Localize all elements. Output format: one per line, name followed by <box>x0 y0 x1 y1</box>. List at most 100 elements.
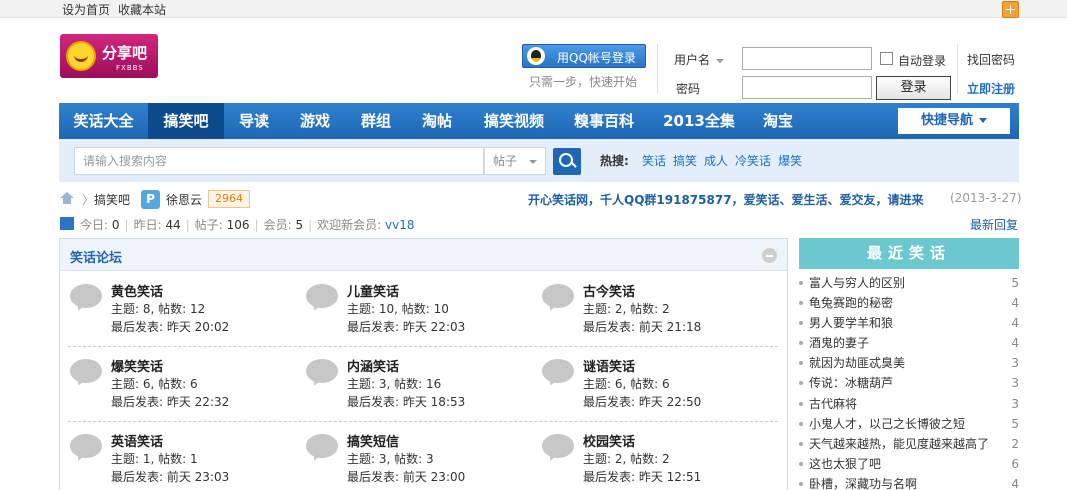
forum-item[interactable]: 儿童笑话 主题: 10, 帖数: 10 最后发表: 昨天 22:03 <box>306 281 536 341</box>
forum-last-post[interactable]: 最后发表: 昨天 22:32 <box>111 393 229 410</box>
latest-reply-link[interactable]: 最新回复 <box>970 216 1018 233</box>
forum-name[interactable]: 爆笑笑话 <box>111 356 163 375</box>
forum-last-post[interactable]: 最后发表: 昨天 22:50 <box>583 393 701 410</box>
recent-joke-title[interactable]: 就因为劫匪忒臭美 <box>809 353 905 373</box>
search-input[interactable]: 请输入搜索内容 <box>74 147 484 175</box>
moderator-p-icon: P <box>141 190 160 209</box>
recent-joke-title[interactable]: 古代麻将 <box>809 394 857 414</box>
list-item[interactable]: 传说：冰糖葫芦 3 <box>799 373 1019 393</box>
newest-member-link[interactable]: vv18 <box>385 218 414 232</box>
fullscreen-icon[interactable] <box>1002 1 1019 18</box>
moderator-name[interactable]: 徐恩云 <box>166 191 202 208</box>
recent-joke-title[interactable]: 卧槽，深藏功与名啊 <box>809 474 917 490</box>
nav-item-guide[interactable]: 导读 <box>224 103 284 139</box>
nav-item-2013[interactable]: 2013全集 <box>648 103 750 139</box>
recent-joke-title[interactable]: 龟兔赛跑的秘密 <box>809 293 893 313</box>
register-link[interactable]: 立即注册 <box>967 80 1015 97</box>
collapse-icon[interactable] <box>762 248 777 263</box>
recent-joke-title[interactable]: 天气越来越热，能见度越来越高了 <box>809 434 989 454</box>
qq-login-hint: 只需一步，快速开始 <box>529 75 638 89</box>
hot-word[interactable]: 搞笑 <box>673 154 697 168</box>
password-input[interactable] <box>742 76 872 99</box>
forum-item[interactable]: 黄色笑话 主题: 8, 帖数: 12 最后发表: 昨天 20:02 <box>70 281 300 341</box>
forum-meta: 主题: 2, 帖数: 2 <box>583 452 670 466</box>
list-item[interactable]: 龟兔赛跑的秘密 4 <box>799 293 1019 313</box>
nav-item-collections[interactable]: 淘帖 <box>406 103 468 139</box>
top-bar: 设为首页 收藏本站 <box>0 0 1067 18</box>
search-type-select[interactable]: 帖子 <box>484 147 546 175</box>
username-input[interactable] <box>742 47 872 70</box>
nav-item-games[interactable]: 游戏 <box>284 103 346 139</box>
recent-joke-title[interactable]: 小鬼人才，以己之长博彼之短 <box>809 414 965 434</box>
nav-item-jokes[interactable]: 笑话大全 <box>59 103 148 139</box>
forum-name[interactable]: 内涵笑话 <box>347 356 399 375</box>
nav-item-taobao[interactable]: 淘宝 <box>750 103 806 139</box>
list-item[interactable]: 卧槽，深藏功与名啊 4 <box>799 474 1019 490</box>
recent-joke-count: 4 <box>1011 336 1019 351</box>
search-button[interactable] <box>553 148 581 175</box>
forum-item[interactable]: 英语笑话 主题: 1, 帖数: 1 最后发表: 前天 23:03 <box>70 431 300 490</box>
hot-word[interactable]: 爆笑 <box>778 154 802 168</box>
forum-last-post[interactable]: 最后发表: 前天 23:00 <box>347 468 465 485</box>
auto-login-checkbox[interactable] <box>880 52 893 65</box>
list-item[interactable]: 就因为劫匪忒臭美 3 <box>799 353 1019 373</box>
forum-last-post[interactable]: 最后发表: 昨天 18:53 <box>347 393 465 410</box>
forum-name[interactable]: 校园笑话 <box>583 431 635 450</box>
recent-joke-title[interactable]: 传说：冰糖葫芦 <box>809 373 893 393</box>
site-logo[interactable]: 分享吧 FXBBS <box>60 34 158 78</box>
forum-panel-title[interactable]: 笑话论坛 <box>70 247 122 266</box>
forum-item[interactable]: 搞笑短信 主题: 3, 帖数: 3 最后发表: 前天 23:00 <box>306 431 536 490</box>
hot-word[interactable]: 笑话 <box>642 154 666 168</box>
breadcrumb-section[interactable]: 搞笑吧 <box>94 191 130 208</box>
forum-item[interactable]: 爆笑笑话 主题: 6, 帖数: 6 最后发表: 昨天 22:32 <box>70 356 300 416</box>
hot-word[interactable]: 冷笑话 <box>735 154 771 168</box>
set-home-link[interactable]: 设为首页 <box>62 3 110 17</box>
login-button[interactable]: 登录 <box>876 76 951 100</box>
list-item[interactable]: 富人与穷人的区别 5 <box>799 273 1019 293</box>
hot-word[interactable]: 成人 <box>704 154 728 168</box>
qq-penguin-icon <box>527 47 545 65</box>
count-badge: 2964 <box>208 190 250 208</box>
nav-item-qiushi[interactable]: 糗事百科 <box>560 103 648 139</box>
bookmark-link[interactable]: 收藏本站 <box>118 3 166 17</box>
forum-last-post[interactable]: 最后发表: 前天 23:03 <box>111 468 229 485</box>
forum-item[interactable]: 校园笑话 主题: 2, 帖数: 2 最后发表: 昨天 12:51 <box>542 431 772 490</box>
nav-item-videos[interactable]: 搞笑视频 <box>468 103 560 139</box>
nav-item-groups[interactable]: 群组 <box>346 103 406 139</box>
forum-meta: 主题: 1, 帖数: 1 <box>111 452 198 466</box>
forum-meta: 主题: 6, 帖数: 6 <box>583 377 670 391</box>
home-icon[interactable] <box>60 192 74 204</box>
forum-last-post[interactable]: 最后发表: 昨天 22:03 <box>347 318 465 335</box>
quick-nav-button[interactable]: 快捷导航 <box>898 108 1010 134</box>
list-item[interactable]: 男人要学羊和狼 4 <box>799 313 1019 333</box>
qq-login-button[interactable]: 用QQ帐号登录 <box>522 44 646 68</box>
username-label[interactable]: 用户名 <box>674 51 725 68</box>
recent-joke-title[interactable]: 富人与穷人的区别 <box>809 273 905 293</box>
forum-item[interactable]: 谜语笑话 主题: 6, 帖数: 6 最后发表: 昨天 22:50 <box>542 356 772 416</box>
forum-name[interactable]: 搞笑短信 <box>347 431 399 450</box>
forum-name[interactable]: 古今笑话 <box>583 281 635 300</box>
recent-joke-title[interactable]: 酒鬼的妻子 <box>809 333 869 353</box>
recent-joke-count: 3 <box>1011 356 1019 371</box>
forum-name[interactable]: 黄色笑话 <box>111 281 163 300</box>
forum-item[interactable]: 古今笑话 主题: 2, 帖数: 2 最后发表: 前天 21:18 <box>542 281 772 341</box>
forum-name[interactable]: 儿童笑话 <box>347 281 399 300</box>
forum-last-post[interactable]: 最后发表: 前天 21:18 <box>583 318 701 335</box>
recent-joke-title[interactable]: 男人要学羊和狼 <box>809 313 893 333</box>
list-item[interactable]: 这也太狠了吧 6 <box>799 454 1019 474</box>
bullet-icon <box>799 381 803 386</box>
find-password-link[interactable]: 找回密码 <box>967 51 1015 68</box>
forum-name[interactable]: 英语笑话 <box>111 431 163 450</box>
list-item[interactable]: 酒鬼的妻子 4 <box>799 333 1019 353</box>
logo-subtitle: FXBBS <box>116 64 144 72</box>
announcement-link[interactable]: 开心笑话网，千人QQ群191875877，爱笑话、爱生活、爱交友，请进来 <box>528 191 924 208</box>
nav-item-gaoxiaoba[interactable]: 搞笑吧 <box>148 103 224 139</box>
forum-last-post[interactable]: 最后发表: 昨天 12:51 <box>583 468 701 485</box>
list-item[interactable]: 小鬼人才，以己之长博彼之短 5 <box>799 414 1019 434</box>
forum-last-post[interactable]: 最后发表: 昨天 20:02 <box>111 318 229 335</box>
forum-name[interactable]: 谜语笑话 <box>583 356 635 375</box>
list-item[interactable]: 天气越来越热，能见度越来越高了 2 <box>799 434 1019 454</box>
list-item[interactable]: 古代麻将 3 <box>799 394 1019 414</box>
forum-item[interactable]: 内涵笑话 主题: 3, 帖数: 16 最后发表: 昨天 18:53 <box>306 356 536 416</box>
recent-joke-title[interactable]: 这也太狠了吧 <box>809 454 881 474</box>
